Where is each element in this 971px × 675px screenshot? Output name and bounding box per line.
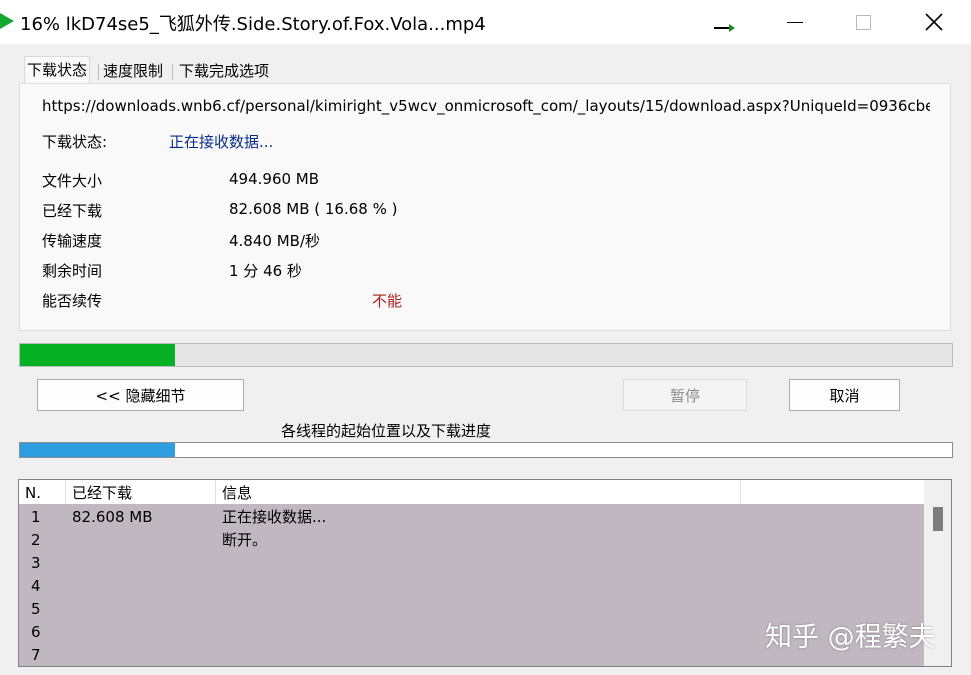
download-url: https://downloads.wnb6.cf/personal/kimir… xyxy=(42,97,930,115)
cancel-button[interactable]: 取消 xyxy=(789,379,900,411)
row-n: 5 xyxy=(31,600,41,618)
speed-value: 4.840 MB/秒 xyxy=(229,232,320,250)
watermark: 知乎 @程繁夫 xyxy=(765,622,936,653)
row-n: 3 xyxy=(31,554,41,572)
column-header-info[interactable]: 信息 xyxy=(216,480,741,504)
tab-separator xyxy=(98,64,99,80)
time-left-label: 剩余时间 xyxy=(42,262,103,280)
play-icon xyxy=(0,13,14,29)
column-header-downloaded[interactable]: 已经下载 xyxy=(66,480,216,504)
download-progress-fill xyxy=(20,344,176,366)
resume-label: 能否续传 xyxy=(42,292,103,310)
tab-completion-options[interactable]: 下载完成选项 xyxy=(177,58,271,82)
row-n: 6 xyxy=(31,623,41,641)
downloaded-label: 已经下载 xyxy=(42,202,103,220)
hide-details-button[interactable]: << 隐藏细节 xyxy=(37,379,244,411)
window-title: 16% lkD74se5_飞狐外传.Side.Story.of.Fox.Vola… xyxy=(20,14,486,35)
tab-separator xyxy=(172,64,173,80)
table-row[interactable]: 4 xyxy=(19,575,924,598)
thread-list-header: N. 已经下载 信息 xyxy=(19,480,924,504)
maximize-icon[interactable] xyxy=(856,15,871,30)
table-row[interactable]: 2 断开。 xyxy=(19,529,924,552)
row-n: 2 xyxy=(31,531,41,549)
row-n: 4 xyxy=(31,577,41,595)
download-progress-bar xyxy=(19,343,953,367)
status-panel xyxy=(19,83,951,331)
row-n: 1 xyxy=(31,508,41,526)
time-left-value: 1 分 46 秒 xyxy=(229,262,302,280)
thread-progress-fill xyxy=(20,443,175,457)
downloaded-value: 82.608 MB ( 16.68 % ) xyxy=(229,200,398,218)
tab-download-status[interactable]: 下载状态 xyxy=(24,56,91,83)
resume-value: 不能 xyxy=(372,292,403,310)
status-value: 正在接收数据... xyxy=(169,133,274,151)
row-info: 正在接收数据... xyxy=(222,508,327,526)
tray-arrow-icon[interactable] xyxy=(714,24,735,32)
table-row[interactable]: 3 xyxy=(19,552,924,575)
row-downloaded: 82.608 MB xyxy=(72,508,153,526)
thread-progress-bar xyxy=(19,442,953,458)
threads-caption: 各线程的起始位置以及下载进度 xyxy=(281,422,492,440)
scrollbar-thumb[interactable] xyxy=(933,507,943,531)
pause-button[interactable]: 暂停 xyxy=(623,379,747,411)
tab-speed-limit[interactable]: 速度限制 xyxy=(101,58,165,82)
close-icon[interactable] xyxy=(922,10,946,34)
status-label: 下载状态: xyxy=(42,133,108,151)
speed-label: 传输速度 xyxy=(42,232,103,250)
minimize-icon[interactable] xyxy=(787,22,803,23)
table-row[interactable]: 1 82.608 MB 正在接收数据... xyxy=(19,506,924,529)
column-header-n[interactable]: N. xyxy=(19,480,66,504)
file-size-value: 494.960 MB xyxy=(229,170,320,188)
row-info: 断开。 xyxy=(222,531,268,549)
row-n: 7 xyxy=(31,646,41,664)
file-size-label: 文件大小 xyxy=(42,172,103,190)
